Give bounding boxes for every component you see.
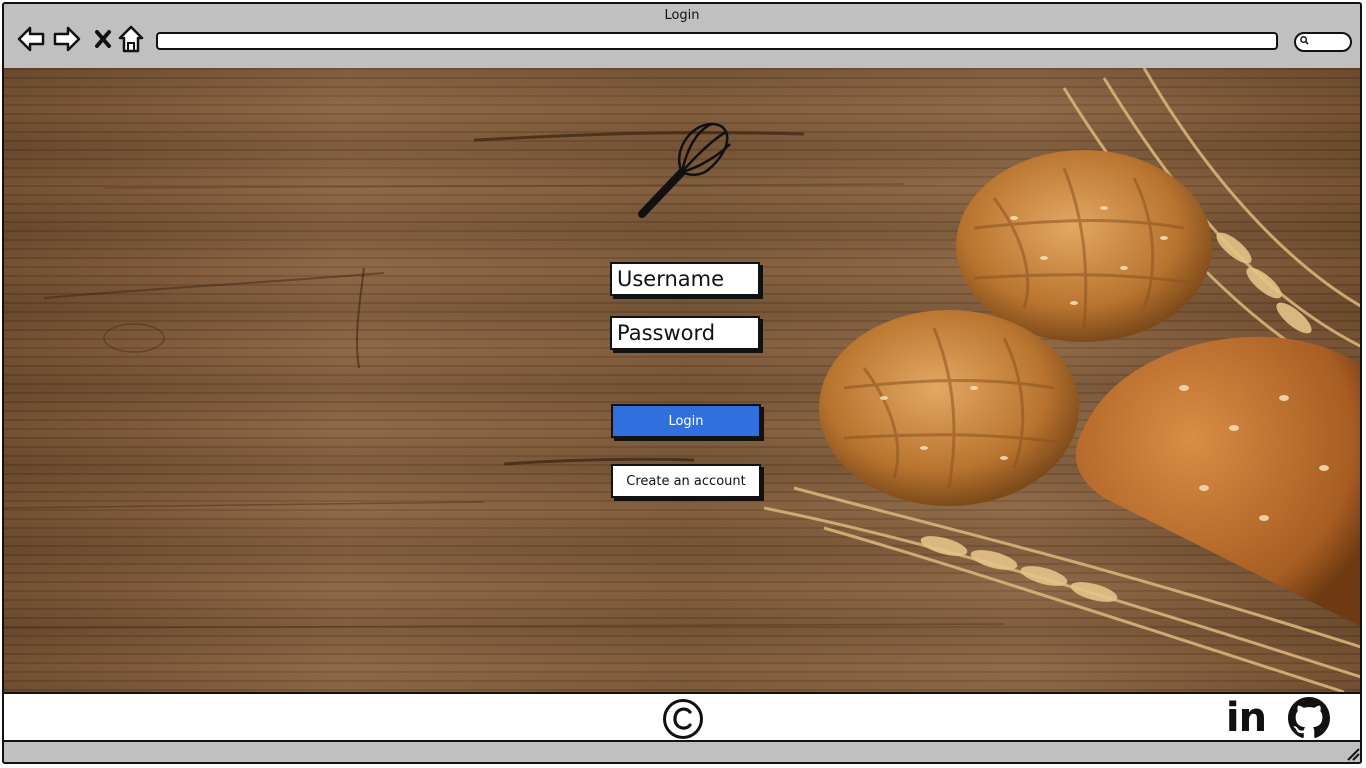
login-button[interactable]: Login [611, 404, 761, 438]
github-icon[interactable] [1286, 697, 1332, 739]
whisk-icon [638, 122, 731, 218]
copyright-icon [663, 699, 703, 739]
search-icon [1300, 36, 1309, 45]
search-input[interactable] [1294, 32, 1352, 52]
close-icon[interactable] [88, 24, 118, 54]
footer: in [4, 692, 1360, 742]
resize-grip-icon[interactable] [1346, 747, 1360, 761]
window-title: Login [664, 8, 700, 23]
create-account-button[interactable]: Create an account [611, 464, 761, 498]
forward-arrow-icon[interactable] [52, 24, 82, 54]
bread-illustration [764, 68, 1360, 692]
browser-toolbar: Login [4, 4, 1360, 68]
username-field[interactable]: Username [610, 262, 760, 296]
hero-background: Username Password Login Create an accoun… [4, 68, 1360, 692]
address-bar[interactable] [156, 32, 1278, 50]
home-icon[interactable] [116, 24, 146, 54]
status-bar [4, 742, 1360, 762]
browser-window: Login Username Password Login Create an … [2, 2, 1362, 764]
password-field[interactable]: Password [610, 316, 760, 350]
linkedin-text: in [1225, 695, 1267, 741]
back-arrow-icon[interactable] [16, 24, 46, 54]
linkedin-icon[interactable]: in [1222, 697, 1270, 739]
